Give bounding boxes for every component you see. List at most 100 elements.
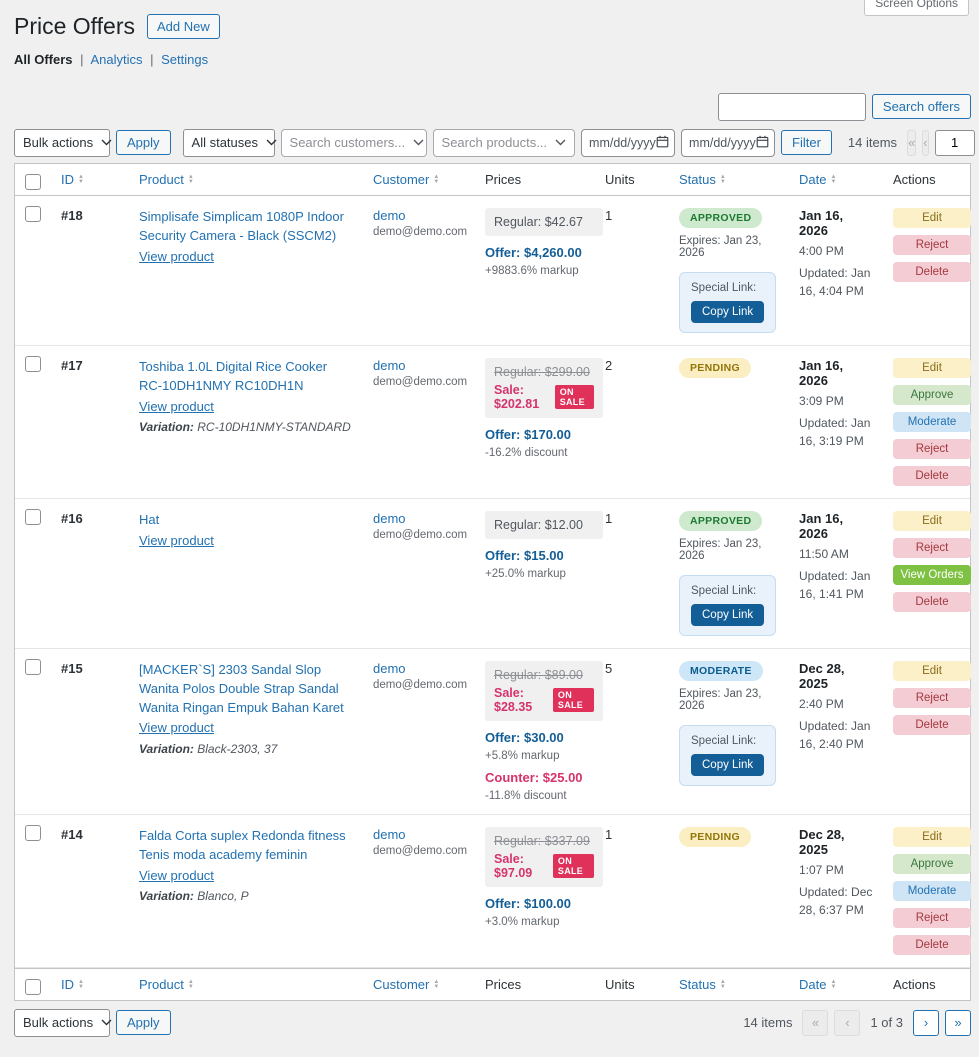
customer-link[interactable]: demo (373, 661, 465, 676)
add-new-button[interactable]: Add New (147, 14, 220, 39)
select-all-checkbox[interactable] (25, 979, 41, 995)
search-customers-select[interactable]: Search customers... (281, 129, 427, 157)
copy-link-button[interactable]: Copy Link (691, 754, 764, 776)
header-actions: Actions (883, 969, 970, 1000)
customer-link[interactable]: demo (373, 208, 465, 223)
reject-button[interactable]: Reject (893, 538, 971, 558)
table-row: #18 Simplisafe Simplicam 1080P Indoor Se… (15, 196, 970, 346)
markup-note: +3.0% markup (485, 916, 585, 928)
select-all-checkbox[interactable] (25, 174, 41, 190)
delete-button[interactable]: Delete (893, 592, 971, 612)
bulk-actions-select[interactable]: Bulk actions (14, 1009, 110, 1037)
product-link[interactable]: Toshiba 1.0L Digital Rice Cooker RC-10DH… (139, 358, 353, 396)
view-orders-button[interactable]: View Orders (893, 565, 971, 585)
first-page-button: « (802, 1010, 828, 1036)
status-badge: APPROVED (679, 511, 762, 531)
on-sale-badge: ON SALE (555, 385, 594, 409)
header-status[interactable]: Status▲▼ (669, 164, 789, 195)
customer-link[interactable]: demo (373, 358, 465, 373)
view-product-link[interactable]: View product (139, 867, 214, 886)
header-status[interactable]: Status▲▼ (669, 969, 789, 1000)
product-link[interactable]: Hat (139, 511, 353, 530)
header-product[interactable]: Product▲▼ (129, 969, 363, 1000)
approve-button[interactable]: Approve (893, 854, 971, 874)
header-product[interactable]: Product▲▼ (129, 164, 363, 195)
copy-link-button[interactable]: Copy Link (691, 301, 764, 323)
next-page-button[interactable]: › (913, 1010, 939, 1036)
row-checkbox[interactable] (25, 825, 41, 841)
header-id[interactable]: ID▲▼ (51, 969, 129, 1000)
apply-button[interactable]: Apply (116, 130, 171, 155)
regular-price: Regular: $337.09 (494, 834, 594, 848)
product-link[interactable]: Simplisafe Simplicam 1080P Indoor Securi… (139, 208, 353, 246)
product-link[interactable]: Falda Corta suplex Redonda fitness Tenis… (139, 827, 353, 865)
delete-button[interactable]: Delete (893, 715, 971, 735)
moderate-button[interactable]: Moderate (893, 881, 971, 901)
offer-id: #17 (51, 346, 129, 385)
variation-label: Variation: Blanco, P (139, 888, 353, 905)
view-product-link[interactable]: View product (139, 532, 214, 551)
edit-button[interactable]: Edit (893, 661, 971, 681)
screen-options-button[interactable]: Screen Options (864, 0, 969, 16)
header-date[interactable]: Date▲▼ (789, 969, 883, 1000)
delete-button[interactable]: Delete (893, 466, 971, 486)
header-id[interactable]: ID▲▼ (51, 164, 129, 195)
product-link[interactable]: [MACKER`S] 2303 Sandal Slop Wanita Polos… (139, 661, 353, 718)
row-checkbox[interactable] (25, 659, 41, 675)
reject-button[interactable]: Reject (893, 439, 971, 459)
customer-link[interactable]: demo (373, 827, 465, 842)
header-customer[interactable]: Customer▲▼ (363, 969, 475, 1000)
header-customer[interactable]: Customer▲▼ (363, 164, 475, 195)
last-page-button[interactable]: » (945, 1010, 971, 1036)
current-page-input[interactable] (935, 130, 975, 156)
row-checkbox[interactable] (25, 509, 41, 525)
reject-button[interactable]: Reject (893, 688, 971, 708)
subnav-separator: | (80, 52, 83, 67)
view-product-link[interactable]: View product (139, 719, 214, 738)
edit-button[interactable]: Edit (893, 511, 971, 531)
header-prices: Prices (475, 969, 595, 1000)
apply-button[interactable]: Apply (116, 1010, 171, 1035)
edit-button[interactable]: Edit (893, 358, 971, 378)
offer-updated: Updated: Dec 28, 6:37 PM (799, 883, 873, 919)
header-date[interactable]: Date▲▼ (789, 164, 883, 195)
offer-updated: Updated: Jan 16, 3:19 PM (799, 414, 873, 450)
search-offers-button[interactable]: Search offers (872, 94, 971, 119)
units-cell: 1 (595, 499, 669, 538)
view-product-link[interactable]: View product (139, 248, 214, 267)
delete-button[interactable]: Delete (893, 262, 971, 282)
moderate-button[interactable]: Moderate (893, 412, 971, 432)
date-to-input[interactable]: mm/dd/yyyy (681, 129, 775, 157)
subnav-settings[interactable]: Settings (161, 52, 208, 67)
calendar-icon[interactable] (756, 135, 769, 151)
reject-button[interactable]: Reject (893, 908, 971, 928)
subnav-analytics[interactable]: Analytics (90, 52, 142, 67)
items-count: 14 items (743, 1015, 792, 1030)
calendar-icon[interactable] (656, 135, 669, 151)
customer-link[interactable]: demo (373, 511, 465, 526)
all-statuses-select[interactable]: All statuses (183, 129, 275, 157)
regular-price-box: Regular: $299.00 Sale: $202.81ON SALE (485, 358, 603, 418)
chevron-down-icon (266, 139, 277, 146)
reject-button[interactable]: Reject (893, 235, 971, 255)
view-product-link[interactable]: View product (139, 398, 214, 417)
header-units: Units (595, 164, 669, 195)
search-products-placeholder: Search products... (442, 135, 548, 150)
copy-link-button[interactable]: Copy Link (691, 604, 764, 626)
regular-price-box: Regular: $12.00 (485, 511, 603, 539)
delete-button[interactable]: Delete (893, 935, 971, 955)
edit-button[interactable]: Edit (893, 827, 971, 847)
chevron-down-icon (101, 1019, 112, 1026)
row-checkbox[interactable] (25, 206, 41, 222)
approve-button[interactable]: Approve (893, 385, 971, 405)
bottom-toolbar: Bulk actions Apply 14 items « ‹ 1 of 3 ›… (14, 1009, 971, 1037)
bulk-actions-select[interactable]: Bulk actions (14, 129, 110, 157)
subnav-all-offers[interactable]: All Offers (14, 52, 73, 67)
search-products-select[interactable]: Search products... (433, 129, 576, 157)
search-offers-input[interactable] (718, 93, 866, 121)
edit-button[interactable]: Edit (893, 208, 971, 228)
filter-button[interactable]: Filter (781, 130, 832, 155)
date-from-input[interactable]: mm/dd/yyyy (581, 129, 675, 157)
first-page-button: « (907, 130, 916, 156)
row-checkbox[interactable] (25, 356, 41, 372)
